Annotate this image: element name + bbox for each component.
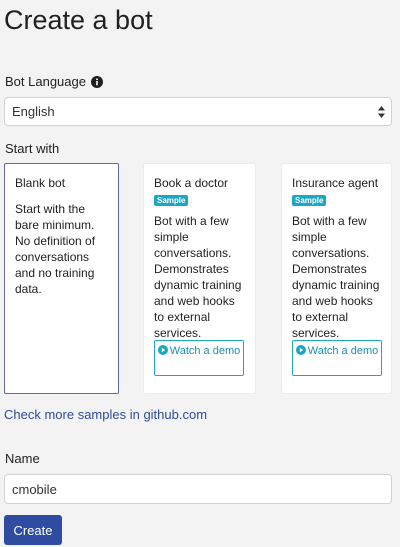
name-input[interactable] xyxy=(4,474,392,504)
card-description: Bot with a few simple conversations. Dem… xyxy=(292,214,380,340)
play-circle-icon xyxy=(295,345,306,355)
bot-language-label-text: Bot Language xyxy=(5,74,86,89)
github-samples-link[interactable]: Check more samples in github.com xyxy=(4,407,207,422)
create-bot-page: Create a bot Bot Language English Start … xyxy=(0,0,400,547)
name-label: Name xyxy=(5,451,40,466)
card-insurance-agent[interactable]: Insurance agent Sample Bot with a few si… xyxy=(281,163,392,394)
card-title: Blank bot xyxy=(15,176,66,190)
watch-demo-label: Watch a demo xyxy=(169,345,241,357)
card-blank-bot[interactable]: Blank bot Start with the bare minimum. N… xyxy=(4,163,119,394)
bot-language-label: Bot Language xyxy=(5,74,103,89)
card-description: Bot with a few simple conversations. Dem… xyxy=(154,214,242,340)
info-circle-icon[interactable] xyxy=(90,75,103,88)
start-with-label: Start with xyxy=(5,141,60,156)
card-description: Start with the bare minimum. No definiti… xyxy=(15,202,96,296)
card-book-a-doctor[interactable]: Book a doctor Sample Bot with a few simp… xyxy=(143,163,256,394)
bot-language-selected-value: English xyxy=(12,104,55,119)
bot-language-select[interactable]: English xyxy=(4,97,392,126)
select-arrows-icon xyxy=(378,106,385,118)
sample-badge: Sample xyxy=(154,195,189,206)
watch-demo-button[interactable]: Watch a demo xyxy=(292,340,382,376)
card-title: Insurance agent xyxy=(292,176,379,190)
play-circle-icon xyxy=(157,345,168,355)
sample-badge: Sample xyxy=(292,195,327,206)
card-title: Book a doctor xyxy=(154,176,229,190)
watch-demo-button[interactable]: Watch a demo xyxy=(154,340,244,376)
watch-demo-label: Watch a demo xyxy=(307,345,379,357)
create-button[interactable]: Create xyxy=(4,515,62,545)
page-title: Create a bot xyxy=(4,5,153,35)
